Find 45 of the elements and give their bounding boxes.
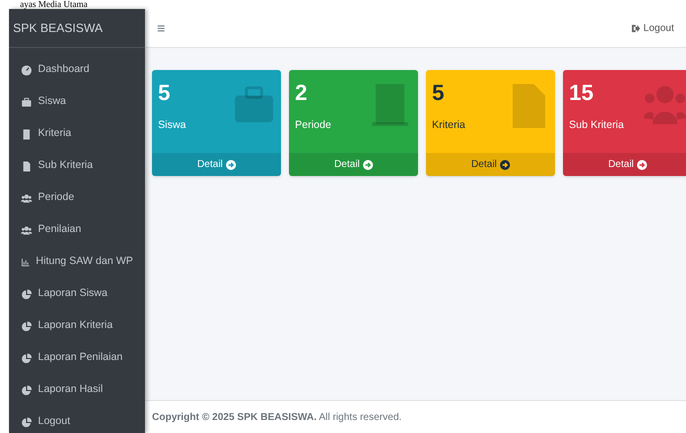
detail-link[interactable]: Detail [426, 153, 555, 176]
detail-link[interactable]: Detail [152, 153, 281, 176]
caption-text: ayas Media Utama [20, 0, 88, 9]
arrow-circle-icon [226, 160, 236, 170]
document-icon [21, 160, 32, 172]
sidebar-item[interactable]: Laporan Kriteria [9, 316, 145, 336]
sidebar-item[interactable]: Kriteria [9, 124, 145, 144]
pie-chart-icon [21, 384, 32, 396]
arrow-circle-icon [500, 160, 510, 170]
detail-link[interactable]: Detail [289, 153, 418, 176]
sidebar-item[interactable]: Dashboard [9, 60, 145, 80]
users-icon [21, 192, 32, 204]
pie-chart-icon [21, 288, 32, 300]
sidebar-item[interactable]: Hitung SAW dan WP [9, 252, 145, 272]
copyright-text: Copyright © 2025 SPK BEASISWA. All rights reserved. [152, 410, 402, 424]
logout-link[interactable]: Logout [631, 20, 674, 36]
gauge-icon [21, 64, 32, 76]
sign-out-icon [631, 24, 640, 32]
sidebar-item[interactable]: Laporan Siswa [9, 284, 145, 304]
stat-value: 15 [569, 80, 594, 106]
brand-title: SPK BEASISWA [13, 20, 103, 37]
users-icon [21, 224, 32, 236]
stat-value: 2 [295, 80, 308, 106]
stat-value: 5 [432, 80, 446, 106]
sidebar-item[interactable]: Penilaian [9, 220, 145, 240]
sidebar-item[interactable]: Laporan Penilaian [9, 348, 145, 368]
pie-chart-icon [21, 352, 32, 364]
menu-icon[interactable]: ≡ [157, 18, 166, 38]
stat-label: Sub Kriteria [569, 118, 625, 133]
briefcase-icon [21, 96, 32, 108]
arrow-circle-icon [362, 160, 373, 170]
bar-chart-icon [21, 256, 30, 268]
pie-chart-icon [21, 416, 32, 428]
sidebar-item[interactable]: Siswa [9, 92, 145, 112]
stat-label: Siswa [158, 118, 188, 133]
stat-label: Periode [295, 118, 332, 133]
sidebar-item[interactable]: Periode [9, 188, 145, 208]
sidebar-item[interactable]: Laporan Hasil [9, 380, 145, 400]
pie-chart-icon [21, 320, 32, 332]
arrow-circle-icon [636, 160, 647, 170]
stat-label: Kriteria [432, 118, 466, 133]
sidebar-item[interactable]: Sub Kriteria [9, 156, 145, 176]
detail-link[interactable]: Detail [563, 153, 686, 176]
stat-value: 5 [158, 80, 172, 106]
sidebar-item[interactable]: Logout [9, 412, 145, 432]
